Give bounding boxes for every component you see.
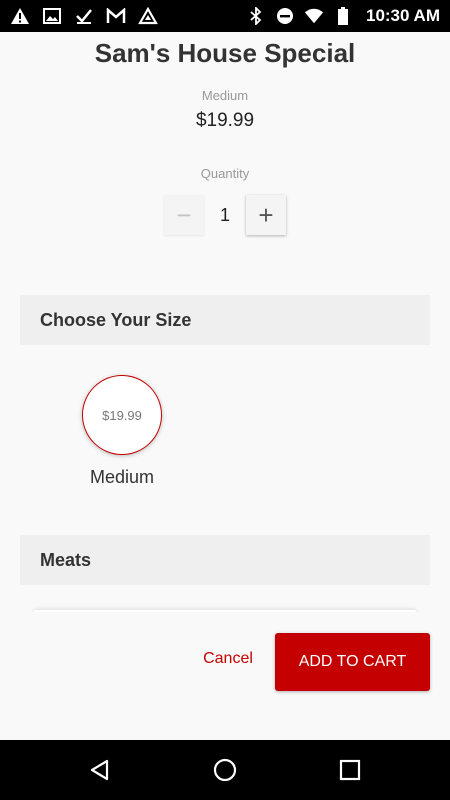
recents-icon[interactable] [336,756,364,784]
size-option-medium[interactable]: $19.99 [82,375,162,455]
size-option-name: Medium [89,467,155,487]
warning-icon [10,6,30,26]
check-icon [74,6,94,26]
product-price: $19.99 [195,110,255,131]
section-title: Meats [40,549,92,570]
section-header-meats[interactable]: Meats [20,535,430,585]
battery-icon [333,6,353,26]
wifi-icon [304,6,324,26]
selected-size-label: Medium [201,88,249,103]
status-right-icons: 10:30 AM [246,6,440,26]
status-left-icons [10,6,158,26]
quantity-stepper: − 1 + [164,194,286,236]
status-bar: 10:30 AM [0,0,450,32]
dnd-icon [275,6,295,26]
quantity-value: 1 [219,204,230,225]
home-icon[interactable] [211,756,239,784]
status-time: 10:30 AM [365,6,440,25]
increase-quantity-button[interactable]: + [246,195,286,235]
add-to-cart-button[interactable]: ADD TO CART [275,633,430,691]
size-option-price: $19.99 [102,407,142,423]
product-title: Sam's House Special [94,38,356,68]
bluetooth-icon [246,6,266,26]
back-icon[interactable] [86,756,114,784]
delta-icon [138,6,158,26]
gmail-icon [106,6,126,26]
decrease-quantity-button[interactable]: − [164,195,204,235]
navigation-bar [0,740,450,800]
section-header-size: Choose Your Size [20,295,430,345]
action-footer: Cancel ADD TO CART [0,612,450,740]
section-title: Choose Your Size [40,309,192,330]
image-icon [42,6,62,26]
quantity-label: Quantity [200,166,250,181]
cancel-button[interactable]: Cancel [192,630,264,688]
product-detail: Sam's House Special Medium $19.99 Quanti… [0,32,450,740]
